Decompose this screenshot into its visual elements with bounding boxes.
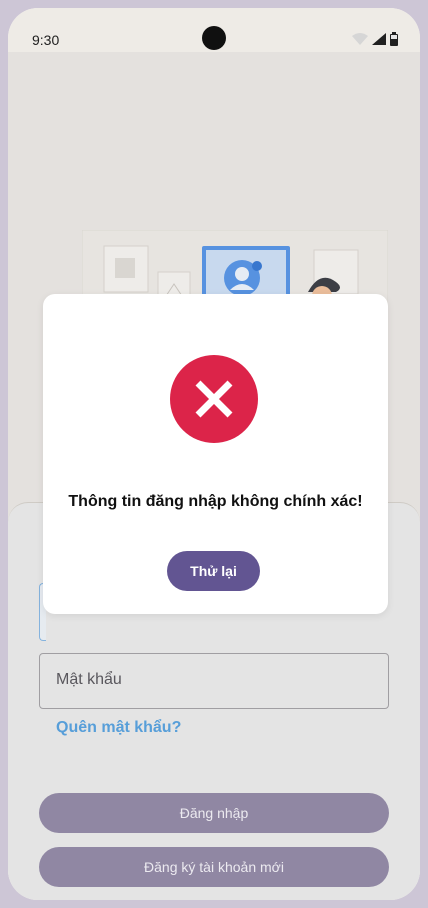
error-icon bbox=[170, 355, 258, 443]
device-frame: 9:30 Mật khẩu Quên mật khẩu? Đăng nhập Đ… bbox=[0, 0, 428, 908]
retry-button[interactable]: Thử lại bbox=[167, 551, 260, 591]
error-dialog: Thông tin đăng nhập không chính xác! Thử… bbox=[43, 294, 388, 614]
screen: 9:30 Mật khẩu Quên mật khẩu? Đăng nhập Đ… bbox=[8, 8, 420, 900]
close-x-icon bbox=[195, 380, 233, 418]
error-message: Thông tin đăng nhập không chính xác! bbox=[68, 493, 363, 510]
